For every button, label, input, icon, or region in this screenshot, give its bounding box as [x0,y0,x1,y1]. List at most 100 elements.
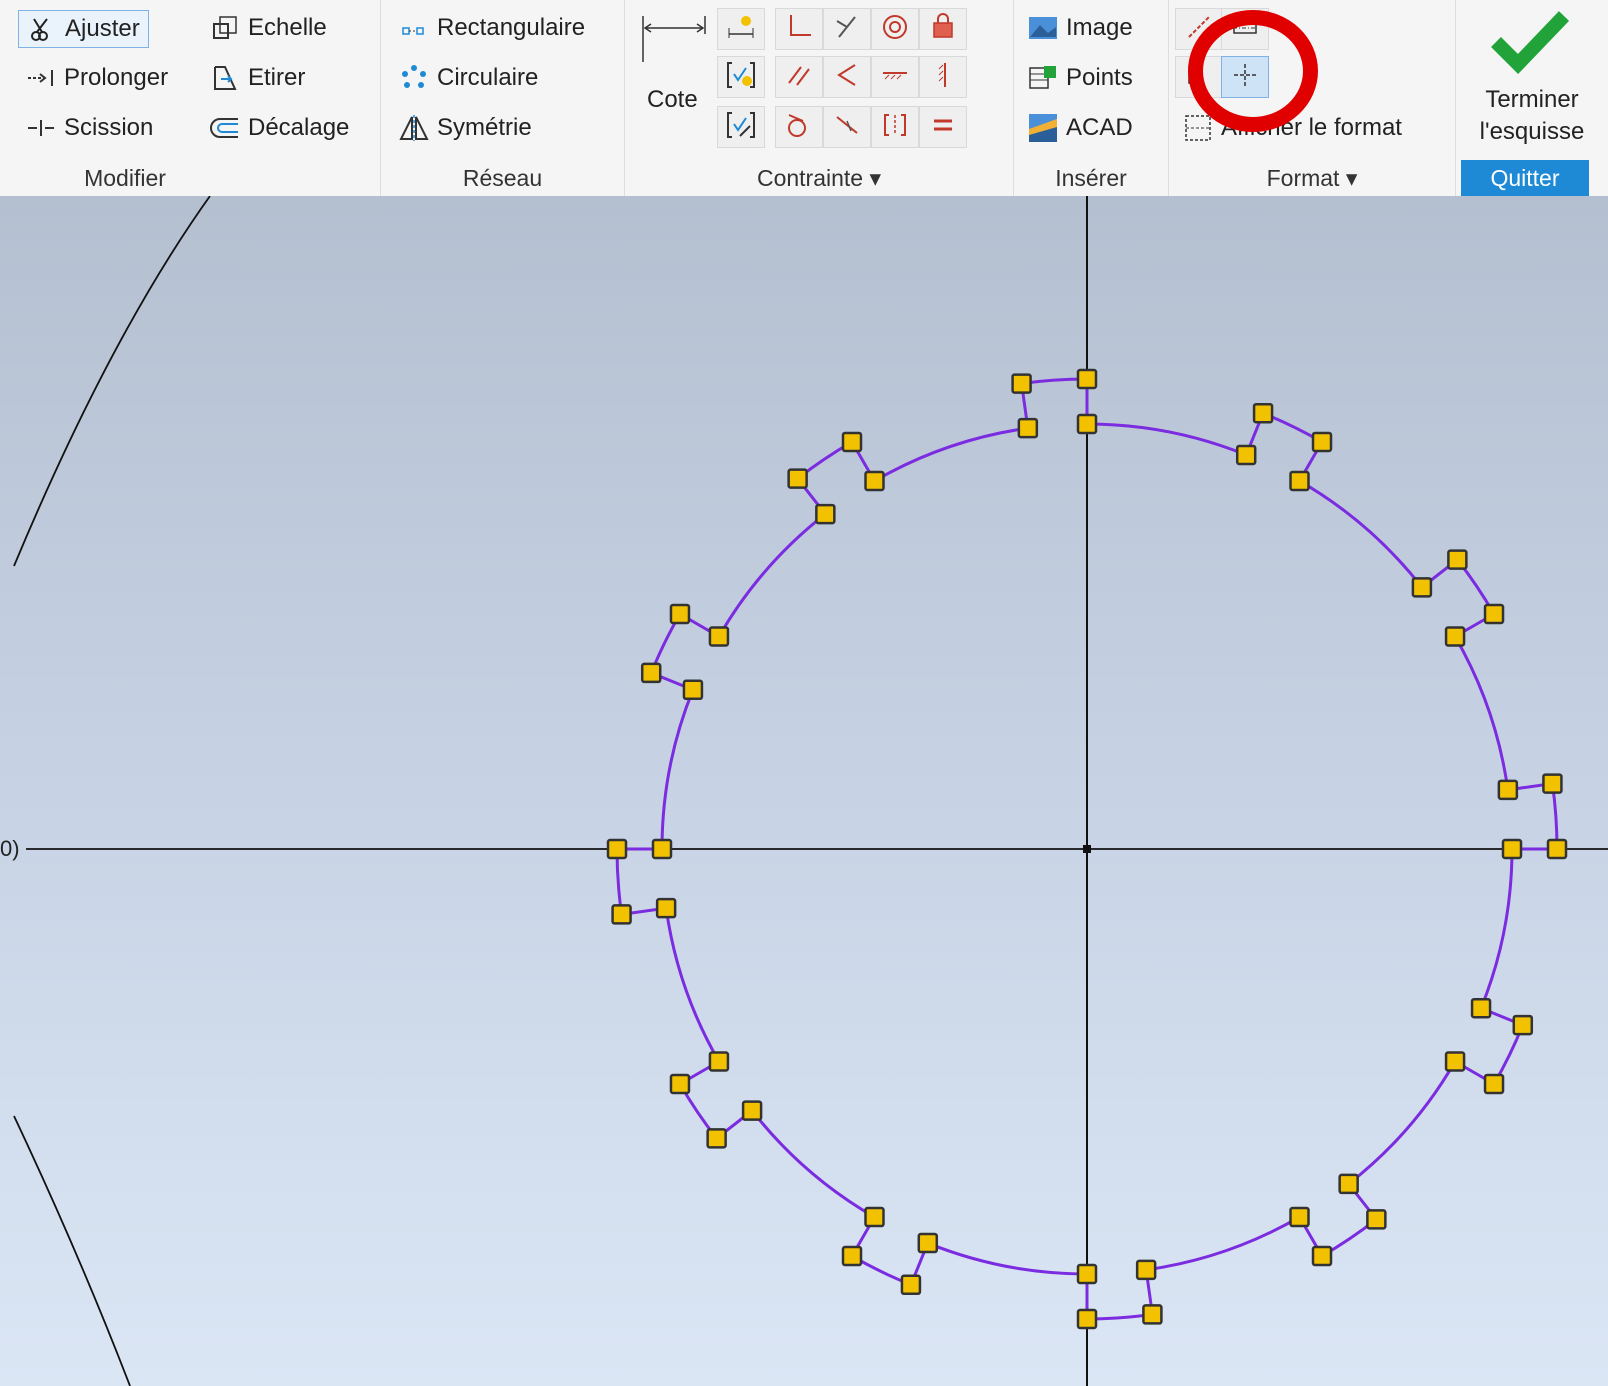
circulaire-button[interactable]: Circulaire [399,60,538,96]
sketch-point[interactable] [1076,1308,1098,1330]
sketch-point[interactable] [1076,368,1098,390]
sketch-point[interactable] [1483,1073,1505,1095]
smooth-constraint-button[interactable] [823,106,871,148]
sketch-point[interactable] [815,503,836,525]
sketch-point[interactable] [1483,603,1505,625]
mirror-icon [399,113,429,143]
dimension-icon [639,14,709,69]
equal-constraint-button[interactable] [919,106,967,148]
terminer-esquisse-button[interactable]: Terminer l'esquisse [1456,0,1608,156]
sketch-point[interactable] [669,603,691,625]
sketch-point[interactable] [1366,1209,1387,1230]
concentric-icon [881,13,909,46]
sketch-point[interactable] [864,1206,885,1228]
sketch-point[interactable] [1470,997,1492,1019]
tangent-icon [785,111,813,144]
sketch-point[interactable] [708,1051,730,1072]
points-button[interactable]: Points [1028,60,1133,96]
decalage-button[interactable]: Décalage [210,110,349,146]
sketch-point[interactable] [1235,444,1257,466]
symmetric-icon [881,111,909,144]
sketch-point[interactable] [1076,413,1098,435]
fix-constraint-button[interactable] [919,8,967,50]
tangent-constraint-button[interactable] [775,106,823,148]
sketch-point[interactable] [1497,779,1519,801]
sketch-point[interactable] [1142,1304,1163,1325]
sketch-point[interactable] [669,1073,691,1095]
scission-button[interactable]: Scission [26,110,153,146]
parallel-constraint-button[interactable] [775,56,823,98]
ajuster-button[interactable]: Ajuster [18,10,149,48]
sketch-point[interactable] [706,1128,727,1149]
sketch-point[interactable] [1501,838,1523,860]
contrainte-group-label[interactable]: Contrainte ▾ [625,165,1013,192]
coincident-constraint-button[interactable] [775,8,823,50]
sketch-point[interactable] [640,662,662,684]
symetrie-button[interactable]: Symétrie [399,110,532,146]
sketch-canvas[interactable]: 0) [0,196,1608,1386]
rectangulaire-button[interactable]: Rectangulaire [399,10,585,46]
cote-button[interactable]: Cote [635,8,715,128]
sketch-point[interactable] [841,431,863,453]
sketch-point[interactable] [1512,1014,1534,1036]
sketch-point[interactable] [611,904,632,925]
sketch-point[interactable] [917,1232,939,1254]
outer-reference-arc [13,196,211,567]
sketch-point[interactable] [1289,470,1310,492]
sketch-point[interactable] [1076,1263,1098,1285]
sketch-drawing[interactable]: 0) [0,196,1608,1386]
sketch-point[interactable] [841,1245,863,1267]
equal-icon [929,111,957,144]
show-format-icon [1183,113,1213,143]
perpendicular-constraint-button[interactable] [823,56,871,98]
format-group-label[interactable]: Format ▾ [1169,165,1455,192]
parallel-icon [785,61,813,94]
echelle-button[interactable]: Echelle [210,10,327,46]
show-constraints-button[interactable] [717,56,765,98]
circular-pattern-icon [399,63,429,93]
sketch-point[interactable] [682,679,704,701]
sketch-point[interactable] [651,838,673,860]
perpendicular-icon [833,61,861,94]
concentric-constraint-button[interactable] [871,8,919,50]
sketch-point[interactable] [1444,626,1466,647]
sketch-point[interactable] [1252,402,1274,424]
scale-icon [210,13,240,43]
checkmark-icon [1490,10,1570,79]
sketch-point[interactable] [655,897,677,919]
sketch-point[interactable] [1411,577,1433,598]
sketch-point[interactable] [1311,1245,1333,1267]
group-modifier: Ajuster Prolonger Scission Echelle Etire… [0,0,381,196]
vertical-constraint-button[interactable] [919,56,967,98]
etirer-button[interactable]: Etirer [210,60,305,96]
sketch-point[interactable] [1444,1051,1466,1072]
axis-label: 0) [0,836,20,861]
sketch-point[interactable] [708,626,730,647]
offset-icon [210,113,240,143]
collinear-constraint-button[interactable] [823,8,871,50]
sketch-point[interactable] [787,468,808,489]
sketch-point[interactable] [1289,1206,1310,1228]
quitter-tab[interactable]: Quitter [1461,160,1589,196]
sketch-point[interactable] [606,838,628,860]
origin-point[interactable] [1083,845,1091,853]
sketch-point[interactable] [1311,431,1333,453]
sketch-point[interactable] [900,1274,922,1296]
sketch-point[interactable] [1011,373,1032,394]
sketch-point[interactable] [1338,1173,1359,1195]
sketch-point[interactable] [1542,773,1563,794]
acad-button[interactable]: ACAD [1028,110,1133,146]
horizontal-constraint-button[interactable] [871,56,919,98]
image-button[interactable]: Image [1028,10,1133,46]
symmetric-constraint-button[interactable] [871,106,919,148]
prolonger-button[interactable]: Prolonger [26,60,168,96]
sketch-point[interactable] [1546,838,1568,860]
sketch-point[interactable] [1017,417,1039,439]
sketch-point[interactable] [1447,549,1468,570]
constraint-settings-button[interactable] [717,106,765,148]
sketch-point[interactable] [741,1100,763,1121]
terminer-line1: Terminer [1485,86,1579,113]
auto-dimension-button[interactable] [717,8,765,50]
sketch-point[interactable] [864,470,885,492]
sketch-point[interactable] [1135,1259,1157,1281]
